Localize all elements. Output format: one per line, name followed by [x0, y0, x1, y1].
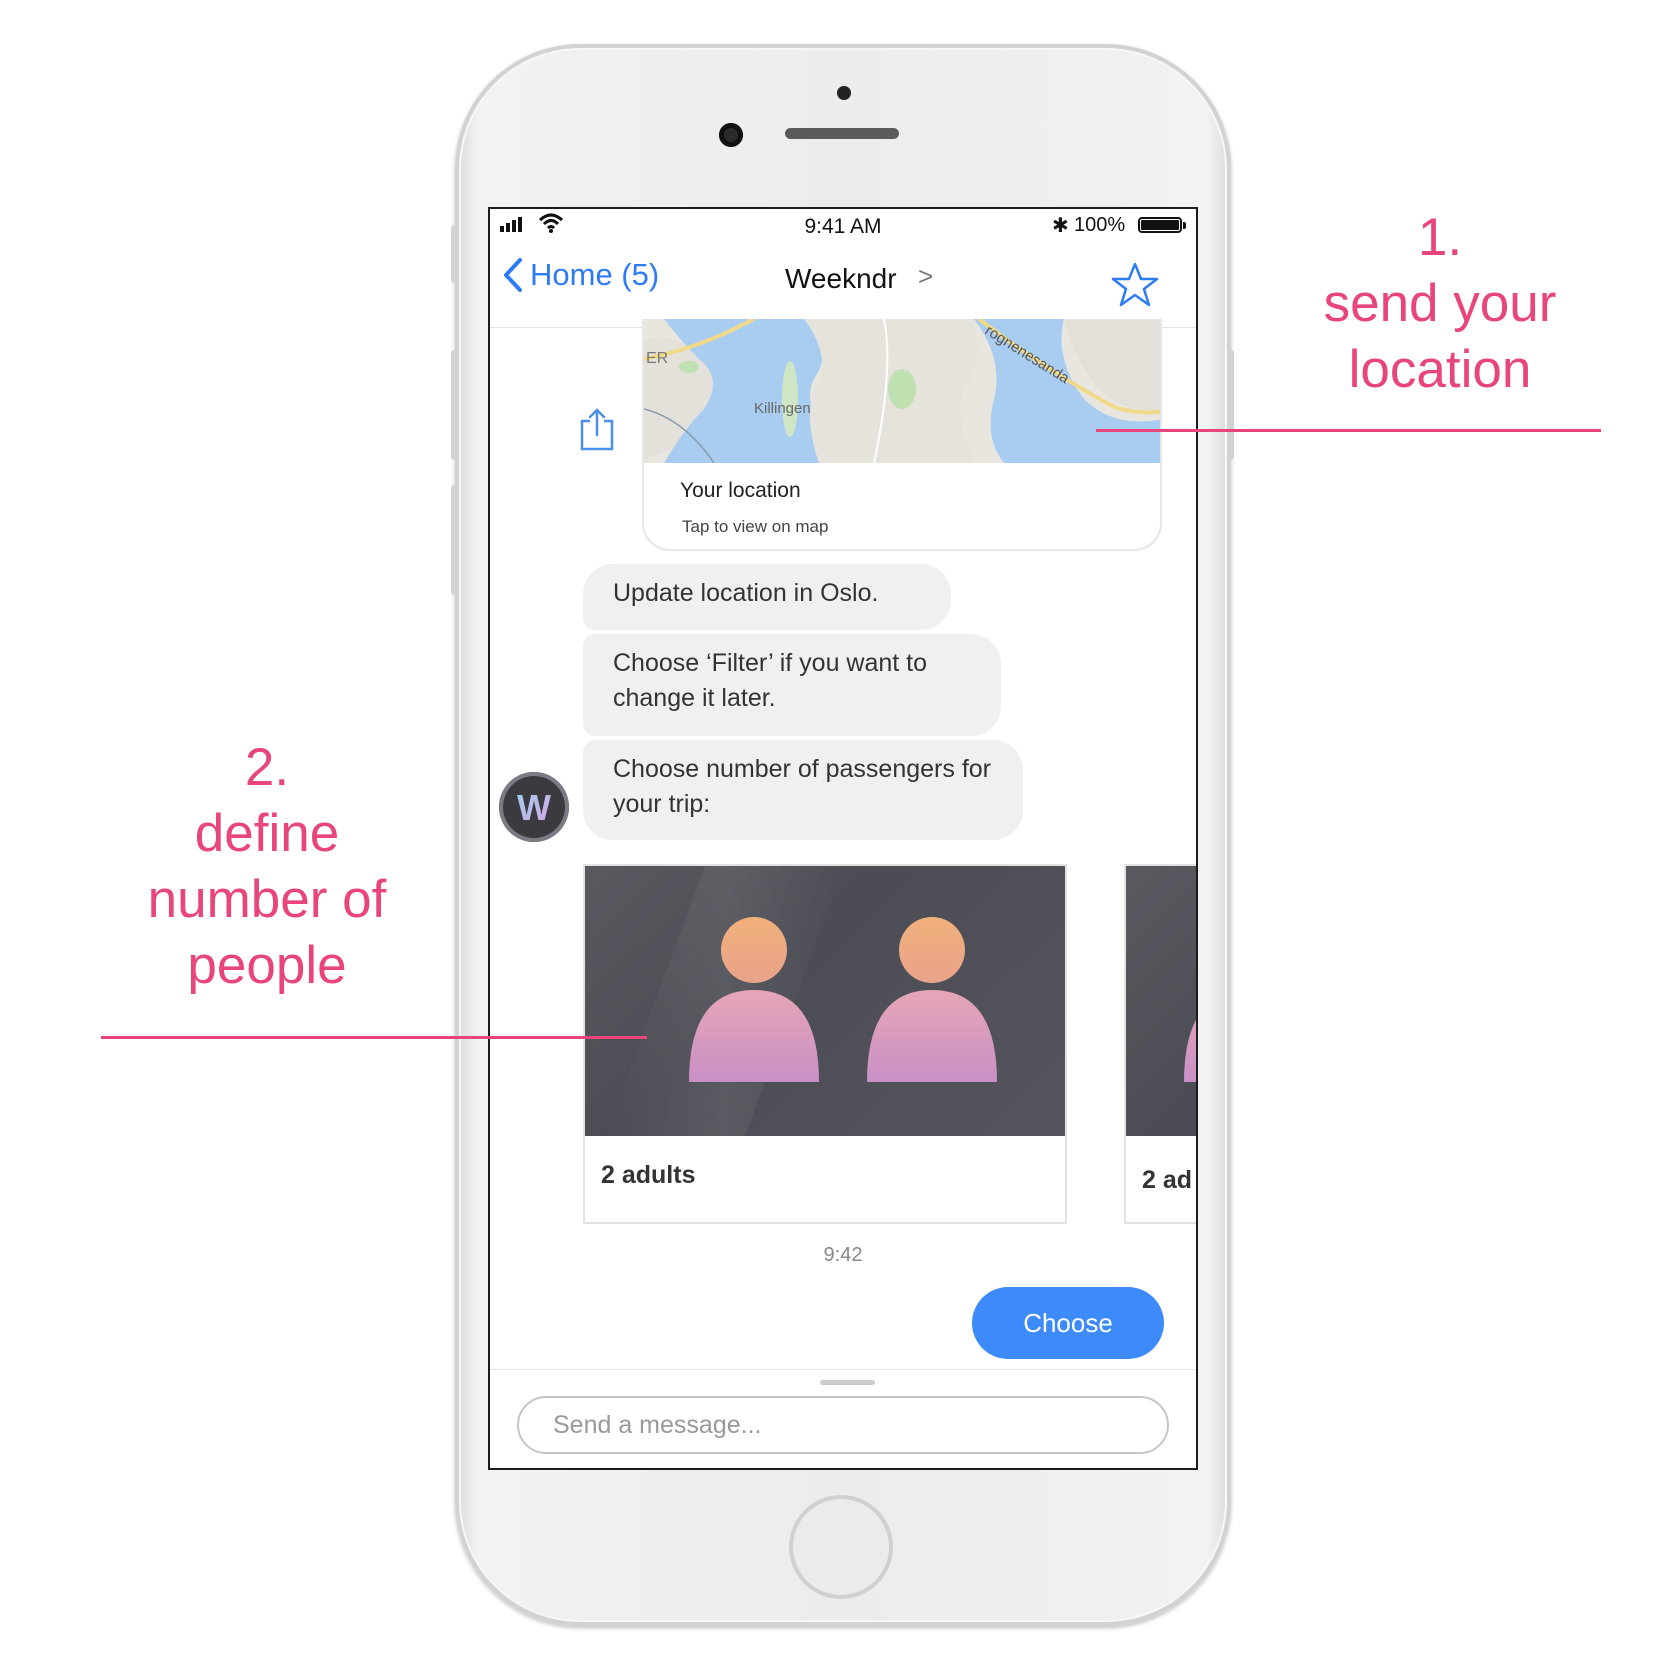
- battery-tip: [1183, 222, 1186, 229]
- message-input[interactable]: [517, 1396, 1169, 1454]
- message-bubble: Choose ‘Filter’ if you want to change it…: [583, 634, 1001, 736]
- phone-screen: 9:41 AM ✱ 100% Home (5) Weekndr > ER Kil…: [488, 207, 1198, 1470]
- front-camera: [719, 123, 743, 147]
- choose-button[interactable]: Choose: [972, 1287, 1164, 1359]
- volume-up-button: [451, 350, 457, 460]
- volume-down-button: [451, 485, 457, 595]
- annotation-line: [101, 1036, 647, 1039]
- passenger-image: [1126, 866, 1196, 1136]
- annotation-send-location: 1. send your location: [1290, 205, 1590, 403]
- message-bubble: Update location in Oslo.: [583, 564, 951, 630]
- battery-icon: [1138, 217, 1182, 233]
- passenger-image: [585, 866, 1065, 1136]
- location-card[interactable]: ER Killingen rognenesanda Your location …: [642, 319, 1162, 551]
- star-icon[interactable]: [1110, 261, 1160, 309]
- annotation-define-people: 2. define number of people: [102, 735, 432, 999]
- card-label: 2 ad: [1142, 1166, 1193, 1194]
- location-subtitle: Tap to view on map: [682, 517, 829, 536]
- power-button: [1228, 350, 1234, 460]
- annotation-number: 1.: [1417, 208, 1463, 267]
- annotation-line: [1096, 429, 1601, 432]
- chevron-left-icon: [504, 258, 522, 292]
- avatar-letter: W: [517, 787, 551, 828]
- chat-title[interactable]: Weekndr: [785, 263, 897, 295]
- earpiece-speaker: [785, 128, 899, 139]
- location-title: Your location: [680, 479, 801, 502]
- bot-avatar[interactable]: W: [499, 772, 569, 842]
- card-label: 2 adults: [601, 1161, 696, 1189]
- annotation-number: 2.: [244, 738, 290, 797]
- map-label-er: ER: [646, 350, 668, 367]
- mute-switch: [451, 225, 457, 283]
- home-button[interactable]: [789, 1495, 893, 1599]
- share-icon[interactable]: [578, 407, 616, 451]
- w-logo-icon: W: [517, 787, 551, 828]
- passenger-option-card[interactable]: 2 ad: [1124, 864, 1196, 1224]
- composer-bar: [490, 1369, 1196, 1468]
- map-label-killingen: Killingen: [754, 400, 811, 417]
- back-label: Home (5): [530, 257, 660, 292]
- back-button[interactable]: Home (5): [502, 257, 659, 293]
- person-icon: [867, 917, 997, 1082]
- battery-percent: 100%: [1074, 214, 1126, 236]
- nav-bar: Home (5) Weekndr >: [490, 249, 1196, 328]
- proximity-sensor: [837, 86, 851, 100]
- chevron-right-icon[interactable]: >: [918, 261, 933, 292]
- annotation-text: define: [194, 804, 340, 863]
- annotation-text: number of: [147, 870, 387, 929]
- drag-handle[interactable]: [820, 1380, 875, 1385]
- status-bar: 9:41 AM ✱ 100%: [490, 209, 1196, 239]
- map-thumbnail[interactable]: ER Killingen rognenesanda: [644, 319, 1162, 463]
- person-icon: [1184, 1020, 1196, 1082]
- annotation-text: location: [1348, 340, 1532, 399]
- annotation-text: send your: [1323, 274, 1557, 333]
- message-timestamp: 9:42: [823, 1244, 863, 1266]
- bluetooth-icon: ✱: [1052, 215, 1069, 237]
- passenger-option-card[interactable]: 2 adults: [583, 864, 1067, 1224]
- annotation-text: people: [187, 936, 347, 995]
- message-bubble: Choose number of passengers for your tri…: [583, 740, 1023, 840]
